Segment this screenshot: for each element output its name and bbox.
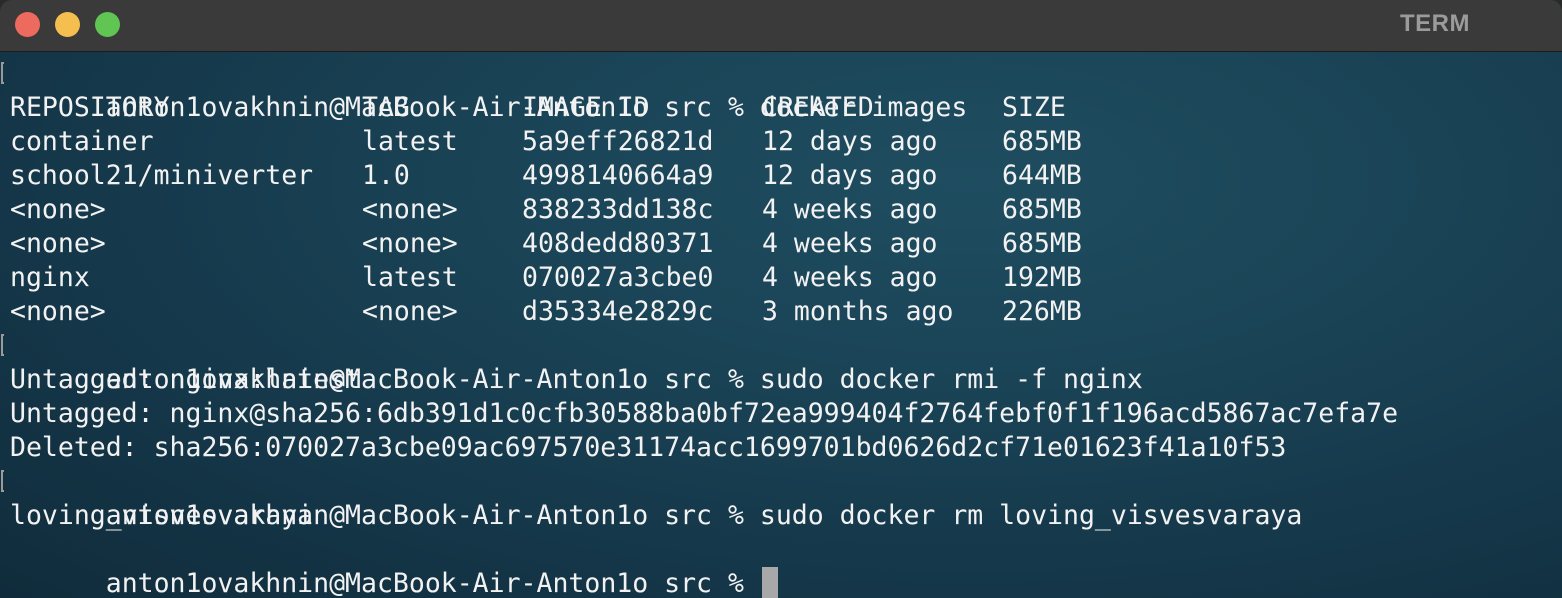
close-button[interactable]	[15, 12, 40, 37]
text-cursor	[761, 567, 778, 598]
header-size: SIZE	[1002, 92, 1066, 123]
cell-image-id: 838233dd138c	[522, 194, 714, 225]
window-title: TERM	[1400, 10, 1470, 37]
cell-image-id: 5a9eff26821d	[522, 126, 714, 157]
cell-size: 685MB	[1002, 126, 1082, 157]
cell-tag: latest	[362, 126, 458, 157]
table-row: nginx latest 070027a3cbe0 4 weeks ago 19…	[10, 261, 1555, 295]
prompt-text: anton1ovakhnin@MacBook-Air-Anton1o src %	[105, 568, 760, 598]
cell-image-id: d35334e2829c	[522, 296, 714, 327]
table-row: container latest 5a9eff26821d 12 days ag…	[10, 125, 1555, 159]
output-line: Deleted: sha256:070027a3cbe09ac697570e31…	[10, 432, 1287, 463]
cell-image-id: 4998140664a9	[522, 160, 714, 191]
cell-repository: school21/miniverter	[10, 160, 314, 191]
zoom-button[interactable]	[95, 12, 120, 37]
table-header: REPOSITORY TAG IMAGE ID CREATED SIZE	[10, 91, 1555, 125]
output-line: Untagged: nginx:latest	[10, 364, 361, 395]
command-mark-icon	[1, 470, 4, 492]
table-row: <none> <none> 408dedd80371 4 weeks ago 6…	[10, 227, 1555, 261]
table-row: <none> <none> 838233dd138c 4 weeks ago 6…	[10, 193, 1555, 227]
header-created: CREATED	[762, 92, 874, 123]
title-bar[interactable]: TERM	[0, 0, 1562, 52]
cell-image-id: 070027a3cbe0	[522, 262, 714, 293]
cell-tag: 1.0	[362, 160, 410, 191]
header-tag: TAG	[362, 92, 410, 123]
cell-created: 4 weeks ago	[762, 262, 938, 293]
cell-created: 12 days ago	[762, 126, 938, 157]
cell-tag: <none>	[362, 228, 458, 259]
terminal-output[interactable]: anton1ovakhnin@MacBook-Air-Anton1o src %…	[1, 57, 1555, 598]
cell-tag: latest	[362, 262, 458, 293]
cell-tag: <none>	[362, 194, 458, 225]
cell-repository: container	[10, 126, 154, 157]
cell-repository: nginx	[10, 262, 90, 293]
cell-size: 644MB	[1002, 160, 1082, 191]
cell-repository: <none>	[10, 194, 106, 225]
cell-created: 12 days ago	[762, 160, 938, 191]
cell-created: 4 weeks ago	[762, 228, 938, 259]
output-line: loving_visvesvaraya	[10, 500, 314, 531]
table-row: <none> <none> d35334e2829c 3 months ago …	[10, 295, 1555, 329]
output-line: Untagged: nginx@sha256:6db391d1c0cfb3058…	[10, 398, 1399, 429]
cell-size: 226MB	[1002, 296, 1082, 327]
cell-size: 685MB	[1002, 228, 1082, 259]
command-line: anton1ovakhnin@MacBook-Air-Anton1o src %…	[1, 465, 1555, 531]
cell-size: 685MB	[1002, 194, 1082, 225]
cell-repository: <none>	[10, 228, 106, 259]
table-row: school21/miniverter 1.0 4998140664a9 12 …	[10, 159, 1555, 193]
cell-size: 192MB	[1002, 262, 1082, 293]
header-repository: REPOSITORY	[10, 92, 170, 123]
command-line: anton1ovakhnin@MacBook-Air-Anton1o src %…	[1, 329, 1555, 395]
command-line: anton1ovakhnin@MacBook-Air-Anton1o src %…	[1, 57, 1555, 123]
cell-image-id: 408dedd80371	[522, 228, 714, 259]
cell-tag: <none>	[362, 296, 458, 327]
minimize-button[interactable]	[55, 12, 80, 37]
cell-created: 4 weeks ago	[762, 194, 938, 225]
command-mark-icon	[1, 62, 4, 84]
terminal-window: TERM anton1ovakhnin@MacBook-Air-Anton1o …	[0, 0, 1562, 598]
header-image-id: IMAGE ID	[522, 92, 650, 123]
cell-repository: <none>	[10, 296, 106, 327]
command-mark-icon	[1, 334, 4, 356]
prompt-line[interactable]: anton1ovakhnin@MacBook-Air-Anton1o src %	[10, 533, 1555, 598]
cell-created: 3 months ago	[762, 296, 954, 327]
